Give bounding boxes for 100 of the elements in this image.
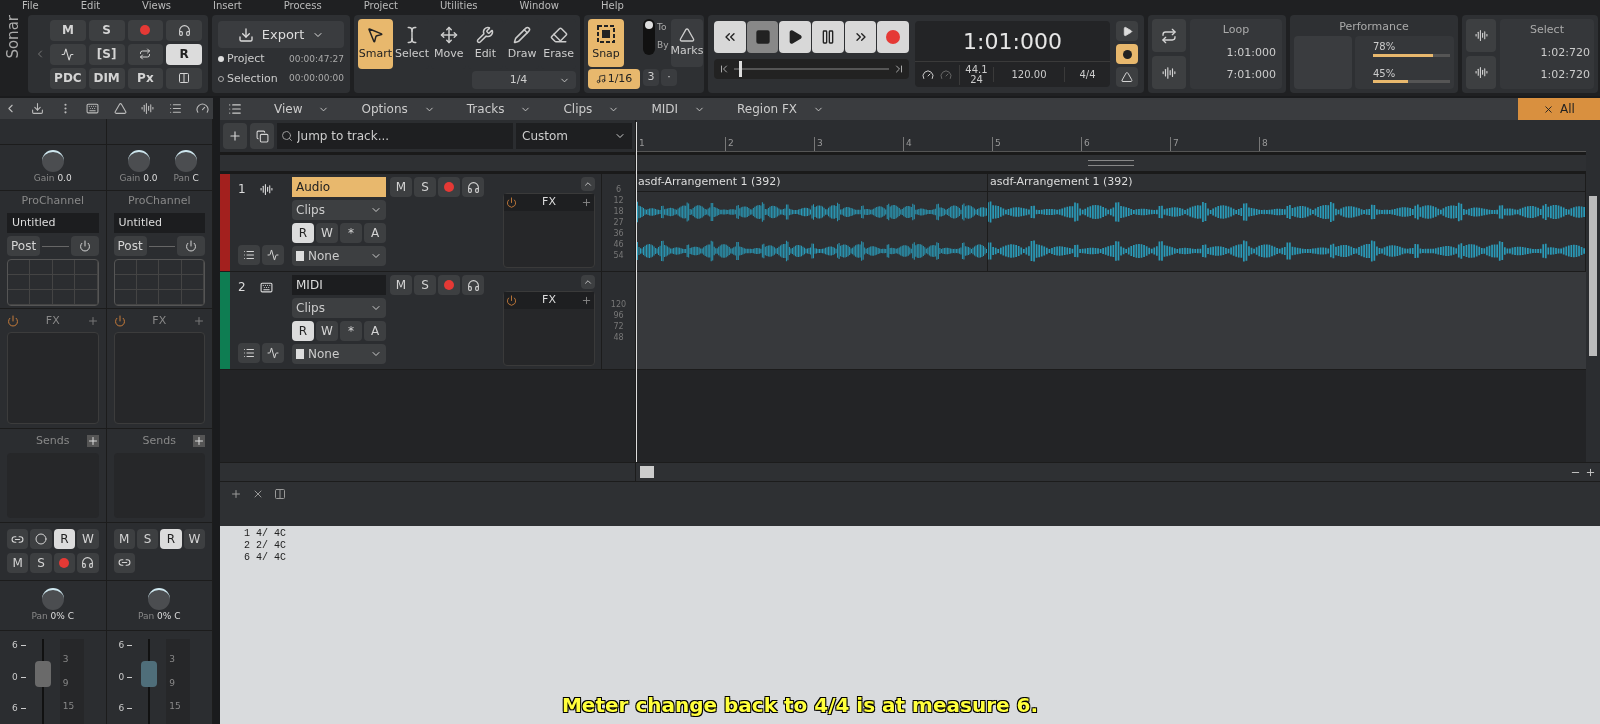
input-dropdown[interactable]: None: [292, 344, 386, 364]
automation-button[interactable]: A: [364, 223, 386, 243]
gauge-icon[interactable]: [195, 102, 209, 115]
play-button[interactable]: [779, 21, 811, 53]
module-button[interactable]: [S]: [88, 43, 125, 65]
menu-item[interactable]: File: [22, 0, 39, 12]
resolution-dropdown[interactable]: 1/4: [472, 71, 576, 89]
automation-button[interactable]: W: [316, 223, 338, 243]
close-icon[interactable]: [252, 488, 264, 500]
strip-button[interactable]: W: [77, 529, 99, 549]
play-mode-button[interactable]: [1116, 21, 1138, 41]
envelope-button[interactable]: [262, 343, 284, 363]
solo-button[interactable]: S: [414, 275, 436, 295]
strip-button[interactable]: M: [113, 529, 135, 549]
module-button[interactable]: [166, 67, 202, 89]
tempo-value[interactable]: 120.00: [993, 67, 1064, 82]
view-menu-item[interactable]: Options: [361, 100, 435, 118]
audio-clip[interactable]: asdf-Arrangement 1 (392): [988, 174, 1586, 271]
fader-handle[interactable]: [34, 661, 51, 687]
position-slider[interactable]: [734, 61, 889, 77]
zoom-in-icon[interactable]: [1585, 466, 1596, 478]
module-button[interactable]: [127, 43, 164, 65]
strip-button[interactable]: M: [7, 552, 29, 573]
strip-button[interactable]: W: [183, 529, 205, 549]
record-mode-button[interactable]: [1116, 44, 1138, 64]
meter-list-line[interactable]: 6 4/ 4C: [244, 552, 1576, 564]
track-name-field[interactable]: MIDI: [292, 275, 386, 295]
menu-item[interactable]: Window: [519, 0, 559, 12]
meter-value[interactable]: 4/4: [1064, 67, 1110, 82]
view-menu-item[interactable]: Clips: [563, 100, 620, 118]
module-button[interactable]: [50, 43, 86, 65]
forward-button[interactable]: [844, 21, 877, 53]
knob[interactable]: [41, 149, 64, 172]
strip-button[interactable]: S: [136, 529, 159, 549]
vertical-scrollbar[interactable]: [1586, 120, 1600, 462]
input-dropdown[interactable]: None: [292, 246, 386, 266]
select-end[interactable]: 1:02:720: [1540, 67, 1594, 84]
track-name-field[interactable]: Audio: [292, 177, 386, 197]
menu-item[interactable]: Utilities: [439, 0, 478, 12]
collapse-button[interactable]: [581, 275, 595, 289]
menu-item[interactable]: Views: [142, 0, 172, 12]
menu-item[interactable]: Edit: [80, 0, 101, 12]
preset-field[interactable]: Untitled: [7, 212, 99, 233]
strip-button[interactable]: [7, 529, 29, 549]
add-icon[interactable]: [581, 294, 592, 306]
audio-clip[interactable]: asdf-Arrangement 1 (392): [636, 174, 988, 271]
all-button[interactable]: All: [1518, 98, 1600, 120]
select-start[interactable]: 1:02:720: [1540, 44, 1594, 61]
duplicate-button[interactable]: [250, 123, 274, 149]
module-button[interactable]: PDC: [50, 67, 86, 89]
strip-button[interactable]: [77, 552, 99, 573]
snap-value-button[interactable]: 1/16: [588, 69, 640, 89]
power-button[interactable]: [70, 236, 99, 256]
meter-list-line[interactable]: 1 4/ 4C: [244, 528, 1576, 540]
go-to-end-icon[interactable]: [893, 63, 905, 75]
record-button[interactable]: [877, 21, 910, 53]
track-view-dropdown[interactable]: Custom: [516, 123, 632, 149]
automation-button[interactable]: W: [316, 321, 338, 341]
power-icon[interactable]: [113, 315, 126, 328]
view-menu-item[interactable]: Region FX: [737, 100, 825, 118]
clips-dropdown[interactable]: Clips: [292, 298, 386, 318]
automation-button[interactable]: R: [292, 321, 314, 341]
envelope-button[interactable]: [262, 245, 284, 265]
strip-button[interactable]: R: [160, 529, 182, 549]
pause-button[interactable]: [812, 21, 844, 53]
menu-item[interactable]: Project: [363, 0, 398, 12]
menu-icon[interactable]: [228, 102, 242, 116]
power-button[interactable]: [177, 236, 205, 256]
view-menu-item[interactable]: View: [274, 100, 330, 118]
export-button[interactable]: Export: [218, 21, 344, 48]
knob[interactable]: [148, 587, 171, 610]
tool-button[interactable]: Smart: [358, 19, 393, 69]
export-icon[interactable]: [31, 102, 45, 115]
radio-button[interactable]: [218, 56, 224, 63]
view-menu-item[interactable]: Tracks: [466, 100, 532, 118]
list-button[interactable]: [238, 245, 260, 265]
add-icon[interactable]: [230, 488, 242, 500]
module-button[interactable]: Px: [127, 67, 164, 89]
stop-button[interactable]: [746, 21, 779, 53]
menu-item[interactable]: Help: [601, 0, 624, 12]
strip-button[interactable]: S: [30, 552, 52, 573]
track-search-field[interactable]: Jump to track...: [277, 123, 513, 149]
knob[interactable]: [127, 149, 150, 172]
module-button[interactable]: S: [88, 19, 125, 41]
to-by-switch[interactable]: [643, 19, 655, 55]
strip-button[interactable]: [113, 552, 135, 573]
select-start-button[interactable]: [1466, 19, 1496, 52]
add-send-icon[interactable]: [193, 435, 205, 448]
collapse-button[interactable]: [581, 177, 595, 191]
go-to-start-icon[interactable]: [718, 63, 730, 75]
loop-button[interactable]: [1152, 19, 1186, 52]
add-send-icon[interactable]: [86, 435, 99, 448]
select-end-button[interactable]: [1466, 56, 1496, 89]
knob[interactable]: [175, 149, 198, 172]
strip-button[interactable]: R: [53, 529, 76, 549]
loop-end[interactable]: 7:01:000: [1226, 67, 1282, 84]
automation-button[interactable]: *: [340, 223, 362, 243]
meter-list-line[interactable]: 2 2/ 4C: [244, 540, 1576, 552]
menu-item[interactable]: Process: [283, 0, 322, 12]
panel-icon[interactable]: [274, 488, 286, 500]
